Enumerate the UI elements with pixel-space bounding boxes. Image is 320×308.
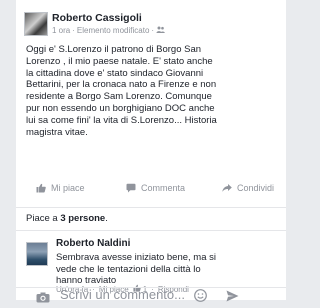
comment-icon xyxy=(126,183,136,193)
comment-composer: Scrivi un commento... xyxy=(26,287,282,303)
post-edited-label[interactable]: Elemento modificato xyxy=(77,26,149,35)
comment-author-avatar[interactable] xyxy=(26,242,48,266)
post-author-avatar[interactable] xyxy=(24,12,48,36)
divider xyxy=(16,230,286,231)
divider xyxy=(16,207,286,208)
like-button-label: Mi piace xyxy=(51,183,85,193)
post-header: Roberto Cassigoli 1 ora · Elemento modific… xyxy=(24,12,280,38)
likes-count[interactable]: 3 persone xyxy=(60,213,105,224)
post-time[interactable]: 1 ora xyxy=(52,26,70,35)
camera-icon[interactable] xyxy=(36,290,50,308)
post-actions: Mi piace Commenta Condividi xyxy=(26,183,282,199)
comment-button-label: Commenta xyxy=(141,183,186,193)
comment-author-name[interactable]: Roberto Naldini xyxy=(56,238,130,249)
like-button[interactable]: Mi piace xyxy=(36,183,85,193)
share-icon xyxy=(222,183,232,193)
comment-text: Sembrava avesse iniziato bene, ma si ved… xyxy=(56,252,216,286)
share-button-label: Condividi xyxy=(237,183,275,193)
send-icon[interactable] xyxy=(226,289,239,307)
likes-summary[interactable]: Piace a 3 persone. xyxy=(26,213,108,224)
comment-button[interactable]: Commenta xyxy=(126,183,185,193)
comment-item: Roberto Naldini Sembrava avesse iniziato… xyxy=(26,238,282,294)
post-author-name[interactable]: Roberto Cassigoli xyxy=(52,12,142,24)
post-text: Oggi e' S.Lorenzo il patrono di Borgo Sa… xyxy=(26,44,217,138)
post-card: Roberto Cassigoli 1 ora · Elemento modific… xyxy=(16,0,286,303)
thumbs-up-icon xyxy=(36,183,46,193)
emoji-icon[interactable] xyxy=(194,289,207,307)
likes-suffix: . xyxy=(105,213,108,224)
share-button[interactable]: Condividi xyxy=(222,183,274,193)
post-meta: 1 ora · Elemento modificato · xyxy=(52,26,165,35)
friends-icon xyxy=(156,26,165,35)
likes-prefix: Piace a xyxy=(26,213,61,224)
